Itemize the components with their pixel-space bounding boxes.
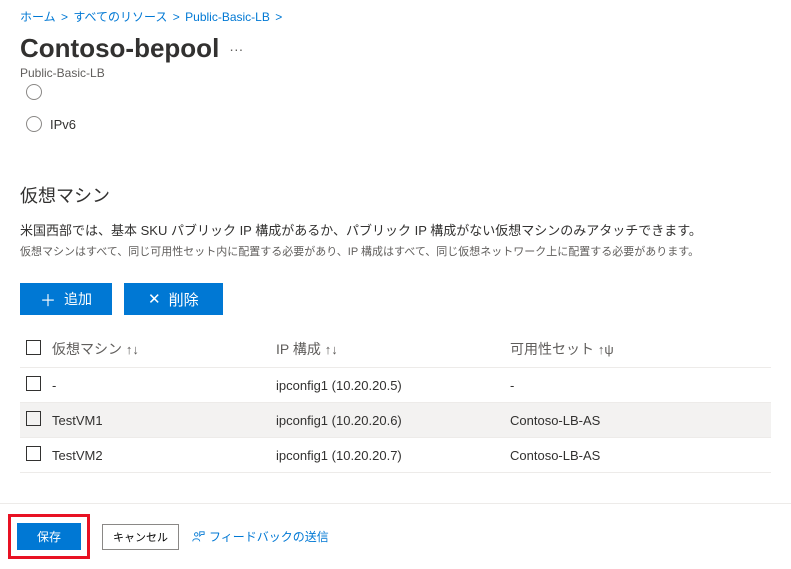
column-avset[interactable]: 可用性セット ↑ψ (510, 339, 771, 359)
cell-vm: - (52, 378, 276, 393)
delete-button[interactable]: ✕ 削除 (124, 283, 223, 315)
more-icon[interactable]: ··· (229, 41, 243, 57)
chevron-right-icon: > (61, 10, 68, 24)
breadcrumb-all-resources[interactable]: すべてのリソース (73, 10, 167, 24)
row-checkbox[interactable] (26, 411, 41, 426)
ipv6-label: IPv6 (50, 117, 76, 132)
breadcrumb: ホーム > すべてのリソース > Public-Basic-LB > (20, 8, 771, 25)
cell-avset: - (510, 378, 771, 393)
cell-ip: ipconfig1 (10.20.20.7) (276, 448, 510, 463)
save-button[interactable]: 保存 (17, 523, 81, 550)
cell-ip: ipconfig1 (10.20.20.6) (276, 413, 510, 428)
row-checkbox[interactable] (26, 446, 41, 461)
add-button[interactable]: ＋ 追加 (20, 283, 112, 315)
section-description-1: 米国西部では、基本 SKU パブリック IP 構成があるか、パブリック IP 構… (20, 220, 771, 239)
sort-icon: ↑↓ (325, 342, 338, 357)
row-checkbox[interactable] (26, 376, 41, 391)
cell-vm: TestVM2 (52, 448, 276, 463)
breadcrumb-parent[interactable]: Public-Basic-LB (185, 10, 270, 24)
section-title-vm: 仮想マシン (20, 182, 771, 208)
feedback-link[interactable]: フィードバックの送信 (191, 528, 329, 545)
vm-table: 仮想マシン ↑↓ IP 構成 ↑↓ 可用性セット ↑ψ - ipconfig1 … (20, 331, 771, 473)
table-row[interactable]: - ipconfig1 (10.20.20.5) - (20, 368, 771, 403)
cell-ip: ipconfig1 (10.20.20.5) (276, 378, 510, 393)
column-ip[interactable]: IP 構成 ↑↓ (276, 339, 510, 359)
column-vm[interactable]: 仮想マシン ↑↓ (52, 339, 276, 359)
select-all-checkbox[interactable] (26, 340, 41, 355)
breadcrumb-home[interactable]: ホーム (20, 10, 56, 24)
sort-icon: ↑↓ (126, 342, 139, 357)
table-header: 仮想マシン ↑↓ IP 構成 ↑↓ 可用性セット ↑ψ (20, 331, 771, 368)
cell-avset: Contoso-LB-AS (510, 413, 771, 428)
add-button-label: 追加 (64, 289, 92, 309)
delete-button-label: 削除 (169, 289, 199, 310)
person-feedback-icon (191, 530, 205, 544)
sort-icon: ↑ψ (598, 342, 614, 357)
cancel-button[interactable]: キャンセル (102, 524, 179, 550)
radio-ipv6[interactable] (26, 116, 42, 132)
page-subtitle: Public-Basic-LB (20, 66, 771, 80)
chevron-right-icon: > (275, 10, 282, 24)
page-title: Contoso-bepool (20, 33, 219, 64)
table-row[interactable]: TestVM2 ipconfig1 (10.20.20.7) Contoso-L… (20, 438, 771, 473)
save-highlight-box: 保存 (8, 514, 90, 559)
cell-vm: TestVM1 (52, 413, 276, 428)
plus-icon: ＋ (40, 287, 56, 311)
radio-ipv-option[interactable] (26, 84, 42, 100)
cell-avset: Contoso-LB-AS (510, 448, 771, 463)
feedback-label: フィードバックの送信 (209, 528, 329, 545)
chevron-right-icon: > (173, 10, 180, 24)
section-description-2: 仮想マシンはすべて、同じ可用性セット内に配置する必要があり、IP 構成はすべて、… (20, 243, 771, 259)
table-row[interactable]: TestVM1 ipconfig1 (10.20.20.6) Contoso-L… (20, 403, 771, 438)
x-icon: ✕ (148, 290, 161, 308)
